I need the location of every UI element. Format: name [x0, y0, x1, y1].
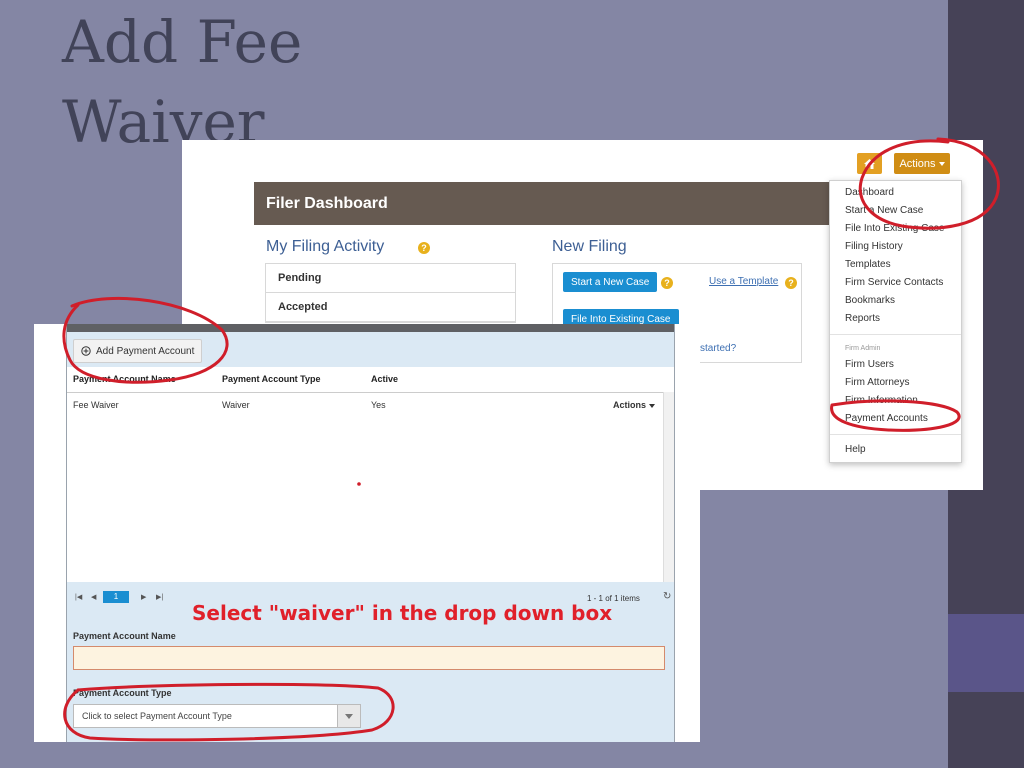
column-header-type[interactable]: Payment Account Type	[222, 374, 321, 384]
first-page-icon[interactable]: |◀	[75, 593, 82, 601]
account-type-select[interactable]: Click to select Payment Account Type	[73, 704, 361, 728]
actions-button[interactable]: Actions	[894, 153, 950, 174]
menu-item-filing-history[interactable]: Filing History	[845, 241, 903, 252]
payment-accounts-screenshot: Add Payment Account Payment Account Name…	[34, 324, 700, 742]
help-icon[interactable]: ?	[785, 277, 797, 289]
chevron-down-icon[interactable]	[337, 705, 360, 727]
row-actions-button[interactable]: Actions	[613, 400, 656, 410]
slide-title: Add Fee Waiver	[62, 2, 302, 162]
filing-activity-accepted[interactable]: Accepted	[266, 293, 515, 322]
start-new-case-button[interactable]: Start a New Case	[563, 272, 658, 292]
grid-header: Payment Account Name Payment Account Typ…	[67, 367, 674, 393]
help-icon[interactable]: ?	[418, 242, 430, 254]
next-page-icon[interactable]: ▶	[141, 593, 146, 601]
payment-accounts-window: Add Payment Account Payment Account Name…	[66, 324, 675, 742]
account-type-placeholder: Click to select Payment Account Type	[82, 711, 232, 721]
add-payment-account-label: Add Payment Account	[96, 345, 195, 357]
grid-scrollbar[interactable]	[663, 392, 674, 582]
getting-started-link[interactable]: started?	[700, 343, 736, 354]
menu-item-firm-attorneys[interactable]: Firm Attorneys	[845, 377, 909, 388]
chevron-down-icon	[649, 403, 656, 408]
home-button[interactable]	[857, 153, 882, 174]
menu-item-file-into-existing-case[interactable]: File Into Existing Case	[845, 223, 945, 234]
filing-activity-pending[interactable]: Pending	[266, 264, 515, 293]
menu-item-dashboard[interactable]: Dashboard	[845, 187, 894, 198]
column-header-active[interactable]: Active	[371, 374, 398, 384]
plus-circle-icon	[81, 346, 91, 356]
menu-item-templates[interactable]: Templates	[845, 259, 891, 270]
menu-divider	[830, 334, 961, 335]
cell-account-name: Fee Waiver	[73, 400, 119, 410]
menu-item-reports[interactable]: Reports	[845, 313, 880, 324]
cell-active: Yes	[371, 400, 386, 410]
slide-title-line1: Add Fee	[62, 8, 303, 76]
menu-section-firm-admin: Firm Admin	[845, 345, 881, 352]
grid-toolbar: Add Payment Account	[67, 332, 674, 367]
dashboard-header: Filer Dashboard	[254, 182, 844, 225]
menu-item-bookmarks[interactable]: Bookmarks	[845, 295, 895, 306]
menu-item-payment-accounts[interactable]: Payment Accounts	[845, 413, 928, 424]
instruction-callout: Select "waiver" in the drop down box	[192, 601, 613, 625]
account-name-label: Payment Account Name	[73, 631, 176, 641]
help-icon[interactable]: ?	[661, 277, 673, 289]
my-filing-activity-title: My Filing Activity	[266, 238, 385, 255]
account-name-input[interactable]	[73, 646, 665, 670]
home-icon	[864, 158, 875, 169]
add-payment-account-button[interactable]: Add Payment Account	[73, 339, 203, 363]
actions-button-label: Actions	[899, 157, 936, 170]
filing-activity-list: Pending Accepted	[265, 263, 516, 323]
column-header-name[interactable]: Payment Account Name	[73, 374, 176, 384]
side-accent	[948, 614, 1024, 692]
menu-item-firm-users[interactable]: Firm Users	[845, 359, 894, 370]
new-filing-title: New Filing	[552, 238, 627, 255]
row-actions-label: Actions	[613, 400, 647, 410]
account-type-label: Payment Account Type	[73, 688, 172, 698]
menu-item-firm-information[interactable]: Firm Information	[845, 395, 918, 406]
refresh-icon[interactable]: ↻	[663, 591, 671, 602]
actions-dropdown-menu: Dashboard Start a New Case File Into Exi…	[829, 180, 962, 463]
window-top-bar	[67, 324, 674, 332]
menu-item-start-new-case[interactable]: Start a New Case	[845, 205, 923, 216]
cell-account-type: Waiver	[222, 400, 250, 410]
menu-item-firm-service-contacts[interactable]: Firm Service Contacts	[845, 277, 943, 288]
current-page-button[interactable]: 1	[103, 591, 129, 603]
last-page-icon[interactable]: ▶|	[156, 593, 163, 601]
payment-account-form: Payment Account Name Payment Account Typ…	[67, 612, 674, 742]
chevron-down-icon	[938, 161, 945, 166]
menu-item-help[interactable]: Help	[845, 444, 866, 455]
prev-page-icon[interactable]: ◀	[91, 593, 96, 601]
menu-divider	[830, 434, 961, 435]
use-template-link[interactable]: Use a Template	[709, 276, 778, 287]
